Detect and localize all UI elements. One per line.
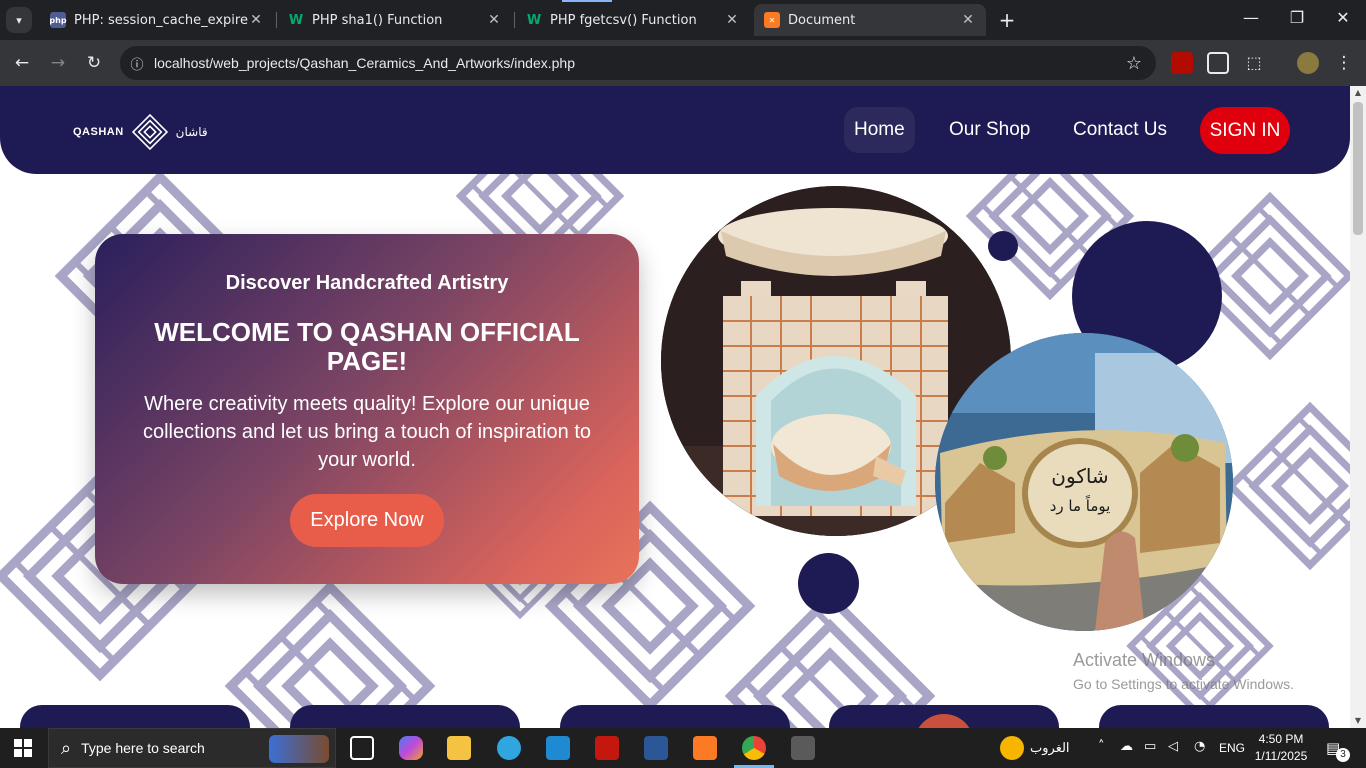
more-menu-icon[interactable]: ⋮ — [1333, 52, 1355, 74]
address-bar[interactable]: ⓘ localhost/web_projects/Qashan_Ceramics… — [120, 46, 1156, 80]
tab-title: Document — [788, 12, 856, 28]
tab-divider — [276, 12, 277, 28]
ceramic-plaque-photo: شاكون يوماً ما رد — [935, 333, 1233, 631]
hero-title: WELCOME TO QASHAN OFFICIAL PAGE! — [154, 317, 580, 376]
activate-windows-subtitle: Go to Settings to activate Windows. — [1073, 676, 1294, 692]
weather-text[interactable]: الغروب — [1030, 740, 1070, 756]
site-navbar: QASHAN قاشان Home Our Shop Contact Us SI… — [0, 86, 1350, 174]
language-indicator[interactable]: ENG — [1219, 741, 1245, 755]
reload-button[interactable]: ↻ — [83, 52, 105, 74]
product-card[interactable] — [1099, 705, 1329, 728]
restore-button[interactable]: ❐ — [1285, 8, 1309, 27]
hero-eyebrow: Discover Handcrafted Artistry — [225, 272, 509, 294]
close-window-button[interactable]: ✕ — [1331, 8, 1355, 27]
xampp-icon[interactable] — [693, 736, 717, 760]
close-icon[interactable]: ✕ — [960, 12, 976, 28]
ceramic-plaque-image: شاكون يوماً ما رد — [935, 333, 1233, 631]
search-highlight-image — [269, 735, 329, 763]
chevron-down-icon: ▾ — [16, 13, 22, 27]
tab-title: PHP: session_cache_expire - Ma — [74, 12, 248, 28]
browser-toolbar: ← → ↻ ⓘ localhost/web_projects/Qashan_Ce… — [0, 40, 1366, 86]
snipping-tool-icon[interactable] — [791, 736, 815, 760]
clock-date[interactable]: 1/11/2025 — [1252, 749, 1310, 763]
sign-in-button[interactable]: SIGN IN — [1200, 107, 1290, 154]
tab-document[interactable]: ✕ Document ✕ — [754, 4, 986, 36]
notification-count-badge: 3 — [1336, 748, 1350, 762]
qashan-logo[interactable]: QASHAN قاشان — [73, 112, 208, 152]
acrobat-extension-icon[interactable] — [1171, 52, 1193, 74]
windows-start-icon[interactable] — [14, 739, 32, 757]
taskbar-search-placeholder: Type here to search — [81, 740, 205, 756]
php-icon: php — [49, 12, 67, 28]
decor-circle-medium — [798, 553, 859, 614]
windows-taskbar: ⌕ Type here to search الغروب ˄ ☁ ▭ ◁ ◔ E… — [0, 728, 1366, 768]
reading-mode-icon[interactable] — [1207, 52, 1229, 74]
battery-icon[interactable]: ▭ — [1144, 739, 1156, 754]
tab-title: PHP fgetcsv() Function — [550, 12, 697, 28]
chrome-icon[interactable] — [742, 736, 766, 760]
hero-description: Where creativity meets quality! Explore … — [142, 393, 592, 471]
word-icon[interactable] — [644, 736, 668, 760]
forward-button[interactable]: → — [47, 52, 69, 74]
tab-search-button[interactable]: ▾ — [6, 7, 32, 33]
logo-text-en: QASHAN — [73, 126, 124, 138]
activate-windows-title: Activate Windows — [1073, 650, 1216, 670]
profile-avatar[interactable] — [1297, 52, 1319, 74]
decor-circle-small — [988, 231, 1018, 261]
chevron-up-icon[interactable]: ˄ — [1098, 739, 1105, 754]
tab-php-sha1[interactable]: W PHP sha1() Function ✕ — [278, 4, 512, 36]
onedrive-cloud-icon[interactable]: ☁ — [1120, 739, 1133, 754]
scroll-thumb[interactable] — [1353, 102, 1363, 235]
weather-sun-icon[interactable] — [1000, 736, 1024, 760]
scroll-down-arrow-icon[interactable]: ▼ — [1350, 714, 1366, 728]
acrobat-icon[interactable] — [595, 736, 619, 760]
tab-title: PHP sha1() Function — [312, 12, 443, 28]
close-icon[interactable]: ✕ — [724, 12, 740, 28]
edge-icon[interactable] — [497, 736, 521, 760]
tab-php-session[interactable]: php PHP: session_cache_expire - Ma ✕ — [40, 4, 274, 36]
back-button[interactable]: ← — [11, 52, 33, 74]
search-icon: ⌕ — [61, 737, 72, 759]
logo-text-ar: قاشان — [175, 125, 208, 139]
nav-home[interactable]: Home — [844, 107, 915, 153]
logo-mark-icon — [131, 113, 168, 151]
network-icon[interactable]: ◔ — [1194, 739, 1205, 754]
product-card[interactable] — [290, 705, 520, 728]
new-tab-button[interactable]: + — [996, 8, 1018, 32]
plaque-text-line1: شاكون — [1051, 464, 1108, 488]
tab-strip: ▾ php PHP: session_cache_expire - Ma ✕ W… — [0, 0, 1366, 40]
url-text: localhost/web_projects/Qashan_Ceramics_A… — [154, 55, 575, 71]
minimize-button[interactable]: — — [1239, 8, 1263, 27]
copilot-icon[interactable] — [399, 736, 423, 760]
w3schools-icon: W — [288, 12, 304, 28]
clock-time[interactable]: 4:50 PM — [1256, 732, 1306, 746]
product-card[interactable] — [829, 705, 1059, 728]
close-icon[interactable]: ✕ — [248, 12, 264, 28]
page-scrollbar[interactable]: ▲ ▼ — [1350, 86, 1366, 728]
tab-php-fgetcsv[interactable]: W PHP fgetcsv() Function ✕ — [516, 4, 750, 36]
scroll-up-arrow-icon[interactable]: ▲ — [1350, 86, 1366, 100]
xampp-icon: ✕ — [764, 12, 780, 28]
bookmark-star-icon[interactable]: ☆ — [1126, 53, 1142, 74]
volume-icon[interactable]: ◁ — [1168, 739, 1178, 754]
card-avatar — [914, 714, 974, 728]
extensions-puzzle-icon[interactable]: ⬚ — [1243, 52, 1265, 74]
site-info-icon[interactable]: ⓘ — [120, 54, 154, 73]
file-explorer-icon[interactable] — [447, 736, 471, 760]
nav-our-shop[interactable]: Our Shop — [939, 107, 1040, 153]
tab-loading-indicator — [562, 0, 612, 2]
product-card[interactable] — [560, 705, 790, 728]
nav-contact-us[interactable]: Contact Us — [1063, 107, 1177, 153]
plaque-text-line2: يوماً ما رد — [1050, 495, 1111, 515]
explore-now-button[interactable]: Explore Now — [290, 494, 444, 547]
close-icon[interactable]: ✕ — [486, 12, 502, 28]
hero-card: Discover Handcrafted Artistry WELCOME TO… — [95, 234, 639, 584]
vscode-icon[interactable] — [546, 736, 570, 760]
task-view-icon[interactable] — [350, 736, 374, 760]
web-page: QASHAN قاشان Home Our Shop Contact Us SI… — [0, 86, 1366, 728]
tab-divider — [514, 12, 515, 28]
taskbar-search-box[interactable]: ⌕ Type here to search — [48, 728, 336, 768]
product-card[interactable] — [20, 705, 250, 728]
w3schools-icon: W — [526, 12, 542, 28]
